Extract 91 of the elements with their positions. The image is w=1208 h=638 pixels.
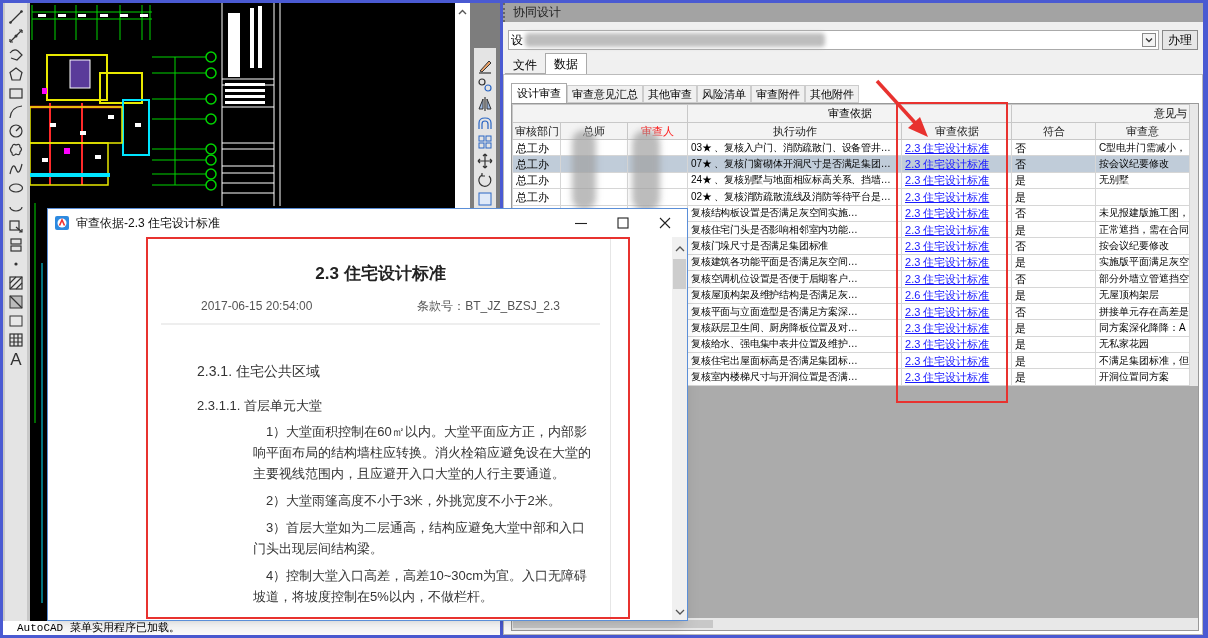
combobox-value: 设 [511,32,523,49]
stack-icon[interactable] [7,237,24,253]
paragraph: 2）大堂雨篷高度不小于3米，外挑宽度不小于2米。 [265,492,562,510]
table-cell: 是 [1011,352,1096,369]
table-cell: 总工办 [512,139,561,156]
vertical-scrollbar[interactable] [1189,104,1198,386]
table-cell: 按会议纪要修改 [1095,155,1190,173]
table-cell: 02★ 、复核消防疏散流线及消防等待平台是… [687,188,902,206]
table-cell: 开洞位置同方案 [1095,368,1190,386]
table-cell: 是 [1011,254,1096,271]
app-logo-icon [54,215,70,231]
dialog-title: 审查依据-2.3 住宅设计标准 [76,215,220,232]
table-cell: 总工办 [512,188,561,206]
table-cell: 同方案深化降降：A [1095,319,1190,337]
table-cell: 是 [1011,188,1096,206]
table-cell: 是 [1011,336,1096,353]
table-cell: 按会议纪要修改 [1095,237,1190,255]
table-cell: 未见报建版施工图， [1095,205,1190,222]
rotate-icon[interactable] [477,172,494,188]
cloud-icon[interactable] [7,142,24,158]
article-heading: 2.3 住宅设计标准 [314,263,447,285]
mirror-icon[interactable] [477,96,494,112]
article-date: 2017-06-15 20:54:00 [201,297,313,315]
table-cell: 是 [1011,368,1096,386]
table-cell: 是 [1011,221,1096,238]
tab[interactable]: 审查附件 [751,85,805,103]
close-icon[interactable] [657,215,673,231]
project-combobox[interactable]: 设 [508,30,1159,50]
table-cell: 无私家花园 [1095,336,1190,353]
table-cell: 否 [1011,155,1096,173]
table-cell: 无屋顶构架层 [1095,287,1190,304]
polygon-icon[interactable] [7,66,24,82]
table-cell: 是 [1011,172,1096,189]
tab[interactable]: 其他审查 [643,85,697,103]
tab[interactable]: 文件 [505,56,545,74]
offset-icon[interactable] [477,115,494,131]
table-cell: 正常遮挡，需在合同 [1095,221,1190,238]
table-cell: C型电井门需减小， [1095,139,1190,156]
block-icon[interactable] [7,218,24,234]
move-icon[interactable] [477,153,494,169]
scrollbar-thumb[interactable] [673,259,686,289]
table-cell: 实施版平面满足灰空 [1095,254,1190,271]
vertical-scrollbar[interactable] [672,237,687,620]
section-heading: 2.3.1.1. 首层单元大堂 [197,396,323,415]
circle-icon[interactable] [7,123,24,139]
copy-icon[interactable] [477,77,494,93]
spline-icon[interactable] [7,161,24,177]
ellipse-icon[interactable] [7,180,24,196]
arrow-line-icon[interactable] [7,28,24,44]
paragraph: 3）首层大堂如为二层通高，结构应避免大堂中部和入口门头出现层间结构梁。 [253,519,587,558]
hatch-icon[interactable] [7,275,24,291]
horizontal-scrollbar[interactable] [512,618,1198,630]
tab[interactable]: 其他附件 [805,85,859,103]
table-cell: 否 [1011,237,1096,255]
table-cell: 总工办 [512,172,561,189]
line-icon[interactable] [7,9,24,25]
handle-button[interactable]: 办理 [1162,30,1198,50]
table-cell: 是 [1011,319,1096,337]
table-cell: 否 [1011,270,1096,287]
table-cell: 03★ 、复核入户门、消防疏散门、设备管井… [687,139,902,156]
table-cell: 07★ 、复核门窗砌体开洞尺寸是否满足集团… [687,155,902,173]
table-cell: 总工办 [512,155,561,173]
tab[interactable]: 审查意见汇总 [567,85,643,103]
table-cell: 部分外墙立管遮挡空 [1095,270,1190,287]
panel-title-bar: 协同设计 [503,3,1203,22]
table-cell: 否 [1011,205,1096,222]
table-cell: 24★ 、复核别墅与地面相应标高关系、挡墙… [687,172,902,189]
gradient-icon[interactable] [7,294,24,310]
paragraph: 1）大堂面积控制在60㎡以内。大堂平面应方正，内部影响平面布局的结构墙柱应转换。消火栓箱应避免设在大堂的主要视线范围内，且应避开入口大堂的人行主要通道。 [253,423,592,483]
group-header: 意见与 [1011,104,1190,122]
table-cell: 不满足集团标准，但 [1095,352,1190,369]
paragraph: 4）控制大堂入口高差，高差10~30cm为宜。入口无障碍坡道，将坡度控制在5%以内，不做栏杆。 [253,567,589,606]
annotation-arrow-shape [875,79,928,137]
table-cell: 拼接单元存在高差是 [1095,303,1190,320]
arc-icon[interactable] [7,104,24,120]
tab[interactable]: 设计审查 [511,83,567,103]
polyline-icon[interactable] [7,47,24,63]
table-cell: 无别墅 [1095,172,1190,189]
table-cell: 是 [1011,287,1096,304]
text-tool-button[interactable]: A [10,351,22,369]
eraser-icon[interactable] [477,58,494,74]
tab[interactable]: 风险清单 [697,85,751,103]
scroll-up-icon[interactable] [458,9,468,15]
chevron-down-icon[interactable] [1142,33,1156,47]
section-heading: 2.3.1. 住宅公共区域 [197,361,321,381]
group-header: 审查依据 [687,104,1012,122]
tab[interactable]: 数据 [545,53,587,74]
table-icon[interactable] [7,332,24,348]
maximize-icon[interactable] [615,215,631,231]
table-cell: 否 [1011,139,1096,156]
table-cell: 否 [1011,303,1096,320]
